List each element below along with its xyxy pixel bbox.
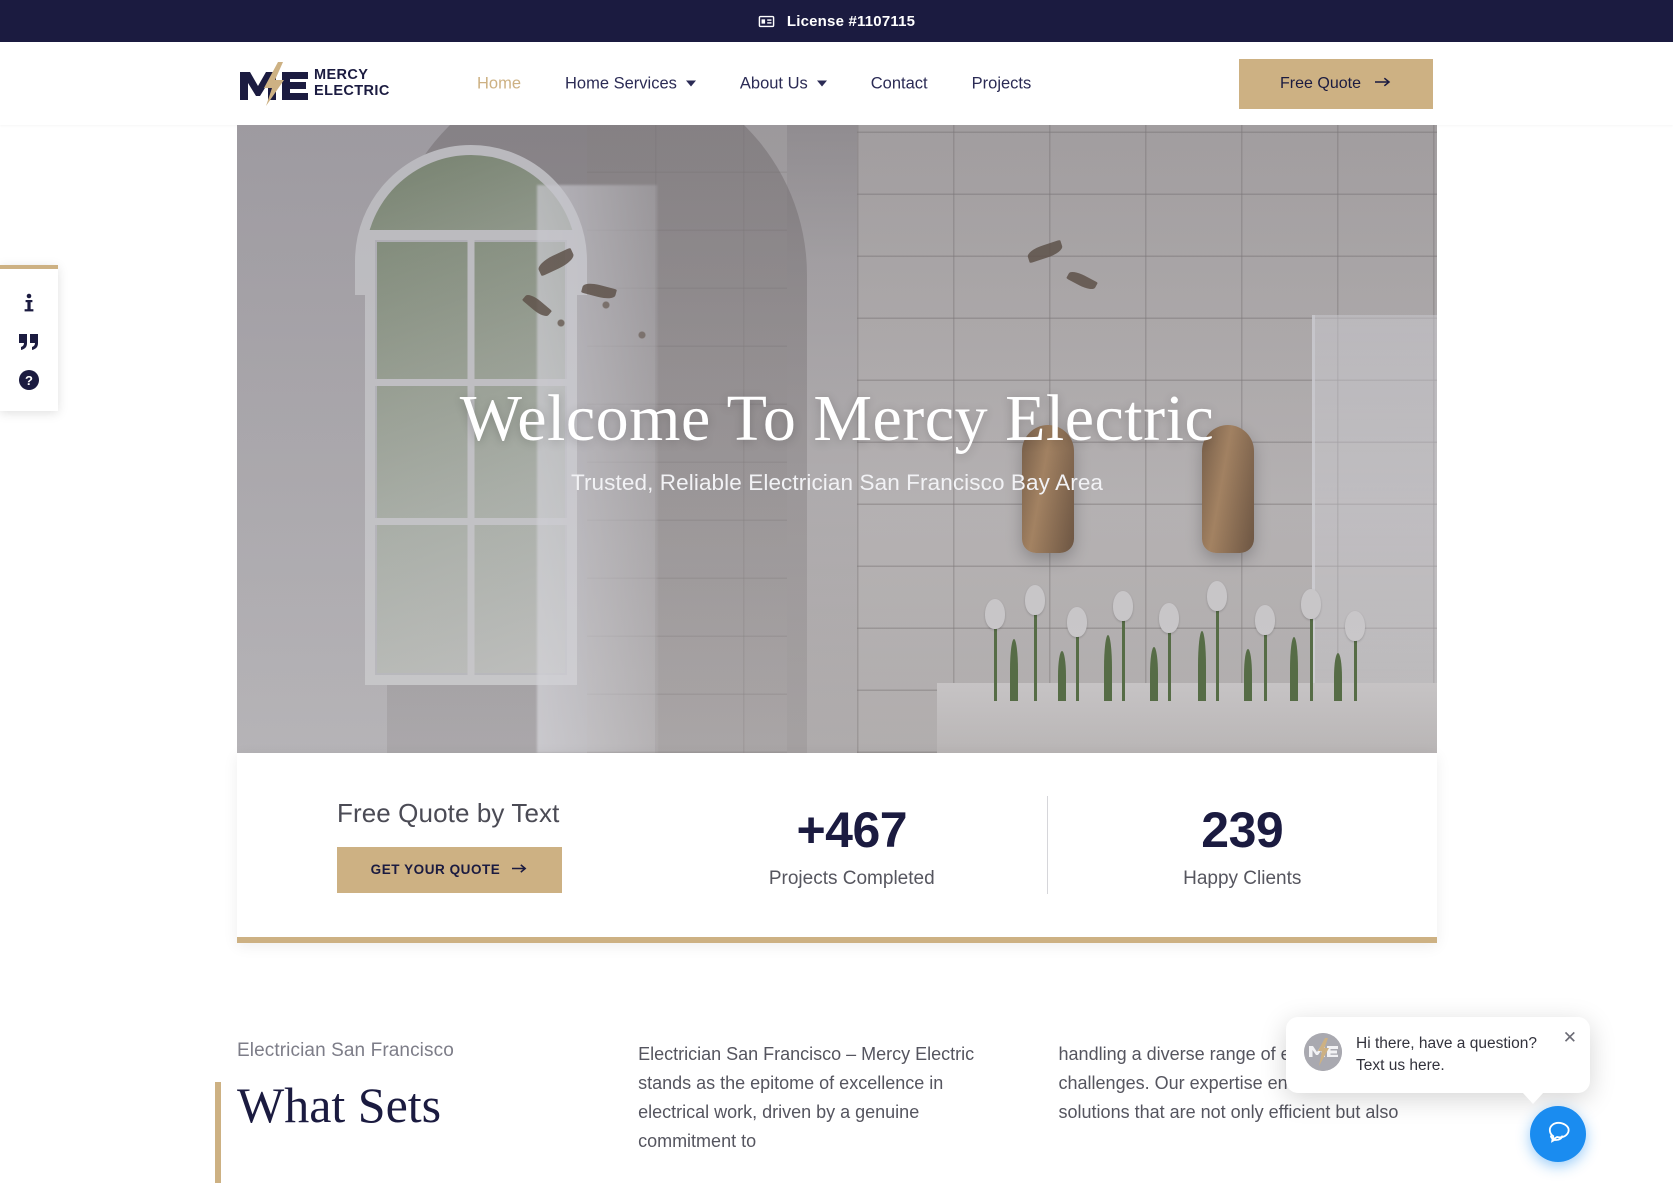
site-header: MERCY ELECTRIC Home Home Services About … [0, 42, 1673, 125]
chat-greeting-bubble[interactable]: Hi there, have a question? Text us here.… [1286, 1017, 1590, 1104]
nav-item-projects[interactable]: Projects [950, 74, 1054, 93]
stat-projects-completed: +467 Projects Completed [657, 801, 1047, 890]
nav-item-contact[interactable]: Contact [849, 74, 950, 93]
arrow-right-icon [1374, 75, 1392, 93]
chat-bubbles-icon [1545, 1118, 1572, 1150]
nav-label: Home Services [565, 74, 677, 92]
chevron-down-icon [816, 80, 827, 87]
about-section: Electrician San Francisco What Sets Elec… [215, 1040, 1437, 1183]
logo-mark-icon [238, 61, 310, 106]
side-quick-actions: ? [0, 265, 58, 411]
close-icon[interactable]: ✕ [1563, 1029, 1577, 1046]
get-your-quote-button[interactable]: GET YOUR QUOTE [337, 846, 562, 893]
svg-text:?: ? [25, 373, 33, 388]
section-heading: What Sets [237, 1077, 442, 1133]
quote-icon[interactable] [0, 323, 58, 361]
chat-message-line-2: Text us here. [1356, 1057, 1445, 1074]
hero-subtitle: Trusted, Reliable Electrician San Franci… [570, 469, 1104, 495]
stat-label: Projects Completed [768, 867, 935, 889]
stat-value: 239 [1201, 801, 1284, 858]
section-eyebrow: Electrician San Francisco [237, 1040, 454, 1061]
free-quote-label: Free Quote [1280, 74, 1361, 92]
chat-launcher-button[interactable] [1530, 1106, 1586, 1162]
arrow-right-icon [512, 862, 528, 877]
get-your-quote-label: GET YOUR QUOTE [370, 862, 501, 877]
chat-message: Hi there, have a question? Text us here. [1356, 1033, 1553, 1077]
question-circle-icon[interactable]: ? [0, 361, 58, 399]
chevron-down-icon [685, 80, 696, 87]
nav-label: About Us [739, 74, 808, 92]
hero-banner: Welcome To Mercy Electric Trusted, Relia… [237, 125, 1437, 753]
info-icon[interactable] [0, 285, 58, 323]
id-card-icon [758, 13, 775, 30]
quote-by-text-block: Free Quote by Text GET YOUR QUOTE [237, 798, 657, 893]
main-navigation: Home Home Services About Us Contact Proj… [455, 74, 1053, 93]
top-announcement-bar: License #1107115 [0, 0, 1673, 42]
nav-label: Home [477, 74, 522, 92]
hero-section: Welcome To Mercy Electric Trusted, Relia… [237, 125, 1437, 943]
logo-wordmark: MERCY ELECTRIC [314, 66, 390, 99]
chat-message-line-1: Hi there, have a question? [1356, 1035, 1537, 1052]
stat-happy-clients: 239 Happy Clients [1048, 801, 1438, 890]
about-heading-column: Electrician San Francisco What Sets [215, 1040, 596, 1183]
logo-line-1: MERCY [314, 66, 369, 83]
hero-title: Welcome To Mercy Electric [459, 382, 1215, 456]
nav-item-about-us[interactable]: About Us [718, 74, 849, 93]
stat-label: Happy Clients [1183, 867, 1302, 889]
free-quote-button[interactable]: Free Quote [1239, 58, 1433, 109]
about-body-column-1: Electrician San Francisco – Mercy Electr… [638, 1044, 975, 1152]
logo-line-2: ELECTRIC [314, 82, 390, 99]
hero-copy: Welcome To Mercy Electric Trusted, Relia… [237, 125, 1437, 753]
accent-bar [215, 1082, 221, 1183]
nav-label: Projects [971, 74, 1032, 92]
stats-card: Free Quote by Text GET YOUR QUOTE +467 P… [237, 753, 1437, 943]
site-logo[interactable]: MERCY ELECTRIC [238, 61, 390, 106]
stat-value: +467 [796, 801, 908, 858]
chat-avatar [1304, 1033, 1342, 1071]
page-root: License #1107115 MERCY ELECTRIC Home Hom… [0, 0, 1673, 1183]
quote-heading: Free Quote by Text [337, 797, 560, 828]
license-text: License #1107115 [786, 12, 916, 30]
nav-label: Contact [870, 74, 928, 92]
nav-item-home[interactable]: Home [455, 74, 543, 93]
nav-item-home-services[interactable]: Home Services [543, 74, 718, 93]
